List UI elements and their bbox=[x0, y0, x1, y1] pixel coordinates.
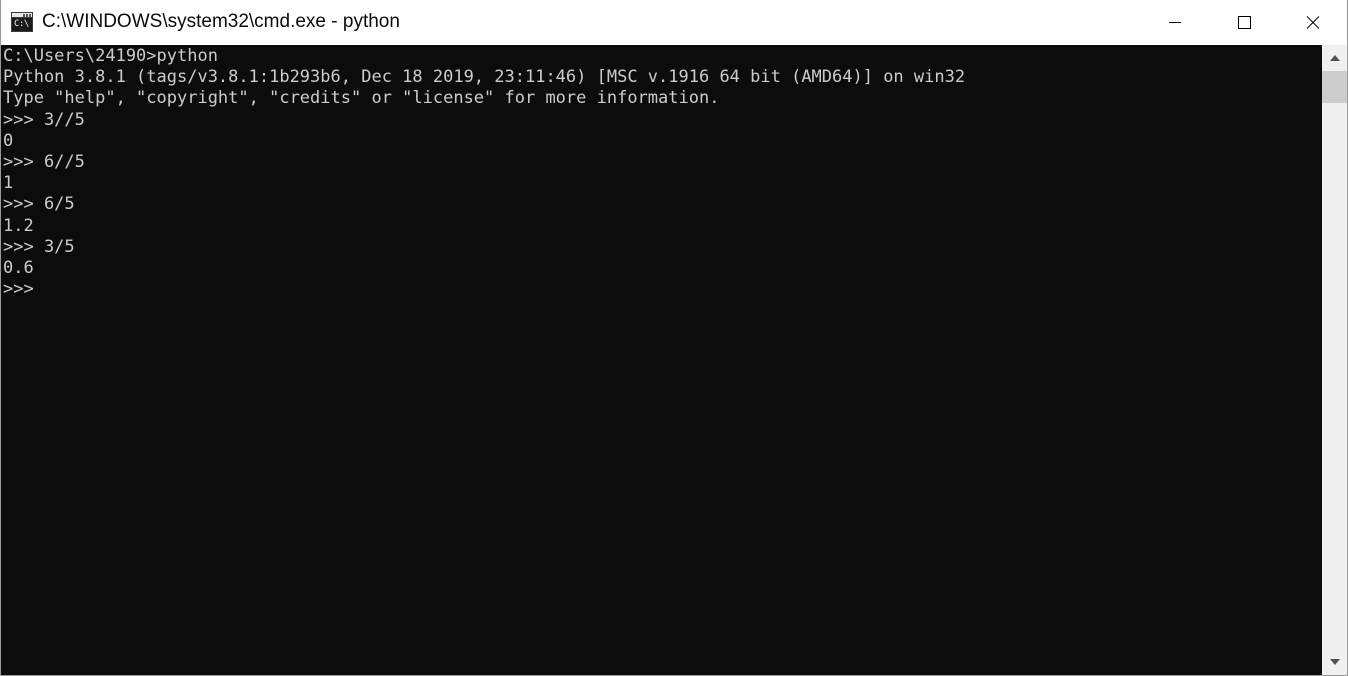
console-line: 0 bbox=[3, 130, 14, 151]
console-line: Type "help", "copyright", "credits" or "… bbox=[3, 88, 720, 109]
cmd-window: C:\ C:\WINDOWS\system32\cmd.exe - python bbox=[0, 0, 1348, 676]
console-text: C:\Users\24190>python Python 3.8.1 (tags/… bbox=[3, 46, 965, 300]
window-title: C:\WINDOWS\system32\cmd.exe - python bbox=[42, 11, 400, 32]
maximize-button[interactable] bbox=[1209, 0, 1278, 44]
console-line: C:\Users\24190>python bbox=[3, 46, 218, 66]
icon-prompt-text: C:\ bbox=[14, 19, 29, 29]
console-line: 0.6 bbox=[3, 257, 34, 278]
console-line: >>> 6//5 bbox=[3, 151, 85, 172]
console-line: 1.2 bbox=[3, 215, 34, 236]
chevron-down-icon bbox=[1329, 659, 1340, 665]
close-button[interactable] bbox=[1278, 0, 1347, 44]
title-bar-left: C:\ C:\WINDOWS\system32\cmd.exe - python bbox=[1, 11, 1140, 33]
chevron-up-icon bbox=[1329, 55, 1340, 61]
minimize-button[interactable] bbox=[1140, 0, 1209, 44]
scroll-up-arrow-icon[interactable] bbox=[1322, 45, 1347, 71]
console-line: >>> 3//5 bbox=[3, 109, 85, 130]
scroll-down-arrow-icon[interactable] bbox=[1322, 649, 1347, 675]
scrollbar-thumb[interactable] bbox=[1322, 71, 1347, 103]
console-line: >>> 6/5 bbox=[3, 194, 75, 215]
console-area: C:\Users\24190>python Python 3.8.1 (tags/… bbox=[1, 45, 1347, 675]
console-line: >>> bbox=[3, 279, 34, 300]
vertical-scrollbar[interactable] bbox=[1321, 45, 1347, 675]
scrollbar-track[interactable] bbox=[1322, 71, 1347, 649]
cmd-console-icon: C:\ bbox=[11, 12, 33, 32]
console-line: Python 3.8.1 (tags/v3.8.1:1b293b6, Dec 1… bbox=[3, 67, 966, 88]
title-bar[interactable]: C:\ C:\WINDOWS\system32\cmd.exe - python bbox=[1, 0, 1347, 45]
console-line: 1 bbox=[3, 173, 14, 194]
window-controls bbox=[1140, 0, 1347, 44]
console-output-pane[interactable]: C:\Users\24190>python Python 3.8.1 (tags/… bbox=[1, 45, 1321, 675]
console-line: >>> 3/5 bbox=[3, 236, 75, 257]
icon-window-buttons bbox=[23, 14, 31, 17]
